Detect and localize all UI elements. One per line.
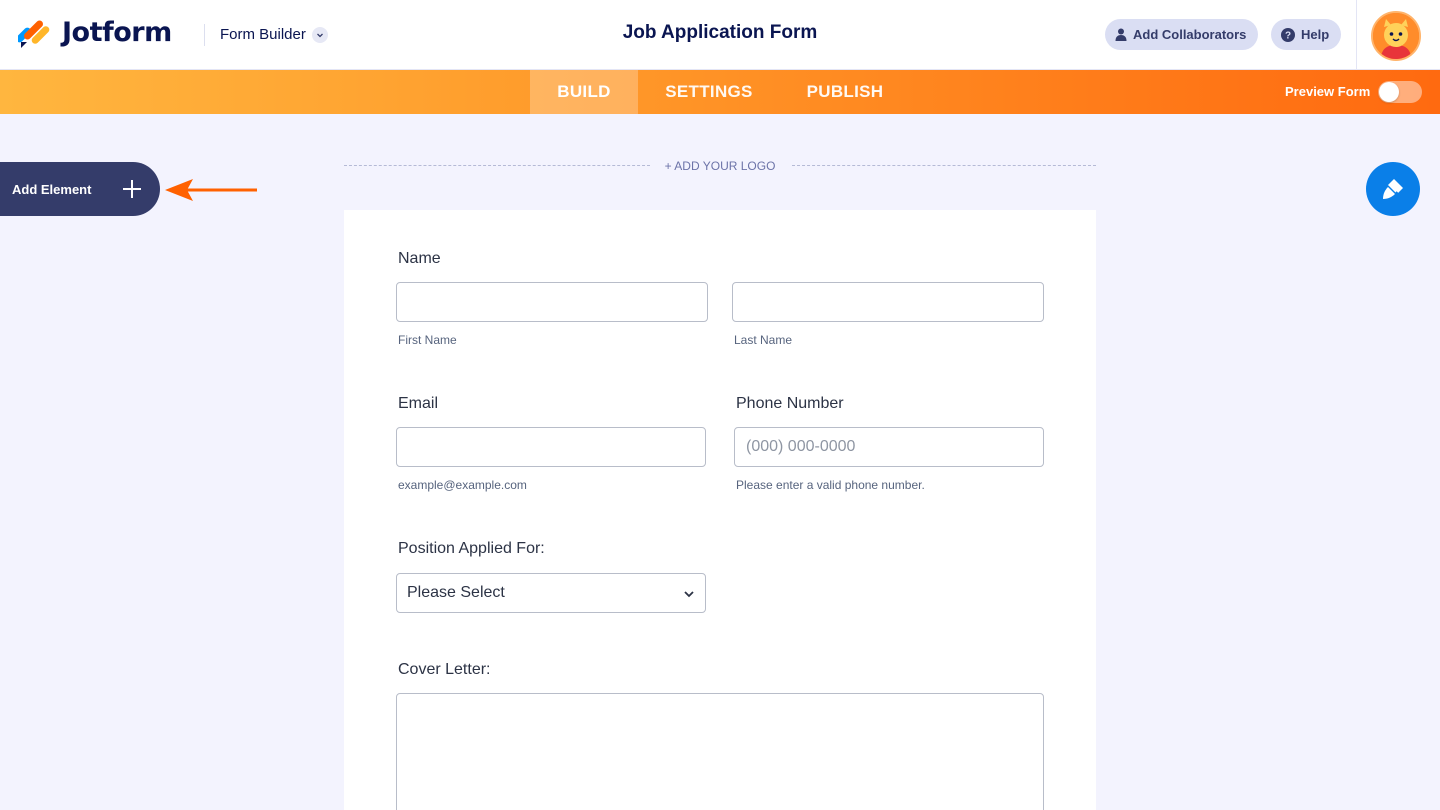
email-input[interactable] — [396, 427, 706, 467]
help-label: Help — [1301, 27, 1330, 42]
tab-build[interactable]: BUILD — [530, 70, 638, 114]
form-builder-label: Form Builder — [220, 26, 306, 43]
question-circle-icon: ? — [1281, 27, 1295, 42]
header-divider — [204, 24, 205, 46]
jotform-logo-icon — [18, 20, 50, 48]
paint-brush-icon — [1383, 179, 1403, 199]
first-name-input[interactable] — [396, 282, 708, 322]
jotform-logo[interactable]: Jotform — [18, 16, 172, 48]
cover-letter-label: Cover Letter: — [398, 661, 491, 678]
form-designer-button[interactable] — [1366, 162, 1420, 216]
add-logo-link[interactable]: + ADD YOUR LOGO — [620, 159, 820, 173]
arrow-left-icon — [165, 179, 257, 201]
tab-publish[interactable]: PUBLISH — [780, 70, 910, 114]
last-name-input[interactable] — [732, 282, 1044, 322]
header-separator — [1356, 0, 1357, 70]
user-icon — [1115, 28, 1127, 41]
help-button[interactable]: ? Help — [1271, 19, 1342, 50]
phone-input[interactable] — [734, 427, 1044, 467]
tab-settings[interactable]: SETTINGS — [638, 70, 780, 114]
add-element-label: Add Element — [12, 181, 92, 197]
name-label: Name — [398, 250, 441, 267]
position-label: Position Applied For: — [398, 540, 545, 557]
email-sublabel: example@example.com — [398, 478, 527, 492]
cover-letter-textarea[interactable] — [396, 693, 1044, 810]
preview-form-toggle[interactable] — [1378, 81, 1422, 103]
form-card: Name First Name Last Name Email example@… — [344, 210, 1096, 810]
builder-nav: BUILD SETTINGS PUBLISH Preview Form — [0, 70, 1440, 114]
phone-sublabel: Please enter a valid phone number. — [736, 478, 925, 492]
preview-form-label: Preview Form — [1285, 84, 1371, 99]
add-collaborators-label: Add Collaborators — [1133, 27, 1247, 42]
form-title[interactable]: Job Application Form — [623, 22, 818, 43]
first-name-sublabel: First Name — [398, 333, 457, 347]
last-name-sublabel: Last Name — [734, 333, 793, 347]
plus-icon — [123, 180, 141, 198]
form-builder-dropdown[interactable]: Form Builder — [220, 26, 328, 43]
position-selected-value: Please Select — [407, 584, 505, 601]
toggle-knob — [1379, 82, 1399, 102]
avatar-image — [1373, 13, 1419, 59]
svg-text:?: ? — [1285, 30, 1291, 41]
email-label: Email — [398, 395, 439, 412]
chevron-down-icon — [311, 26, 328, 43]
chevron-down-icon — [684, 591, 694, 598]
phone-label: Phone Number — [736, 395, 844, 412]
top-header: Jotform Form Builder Job Application For… — [0, 0, 1440, 70]
add-collaborators-button[interactable]: Add Collaborators — [1105, 19, 1259, 50]
brand-name: Jotform — [62, 16, 172, 48]
logo-divider-right — [792, 165, 1096, 166]
position-select[interactable]: Please Select — [396, 573, 706, 613]
add-element-button[interactable]: Add Element — [0, 162, 160, 216]
logo-divider-left — [344, 165, 650, 166]
avatar[interactable] — [1371, 11, 1421, 61]
